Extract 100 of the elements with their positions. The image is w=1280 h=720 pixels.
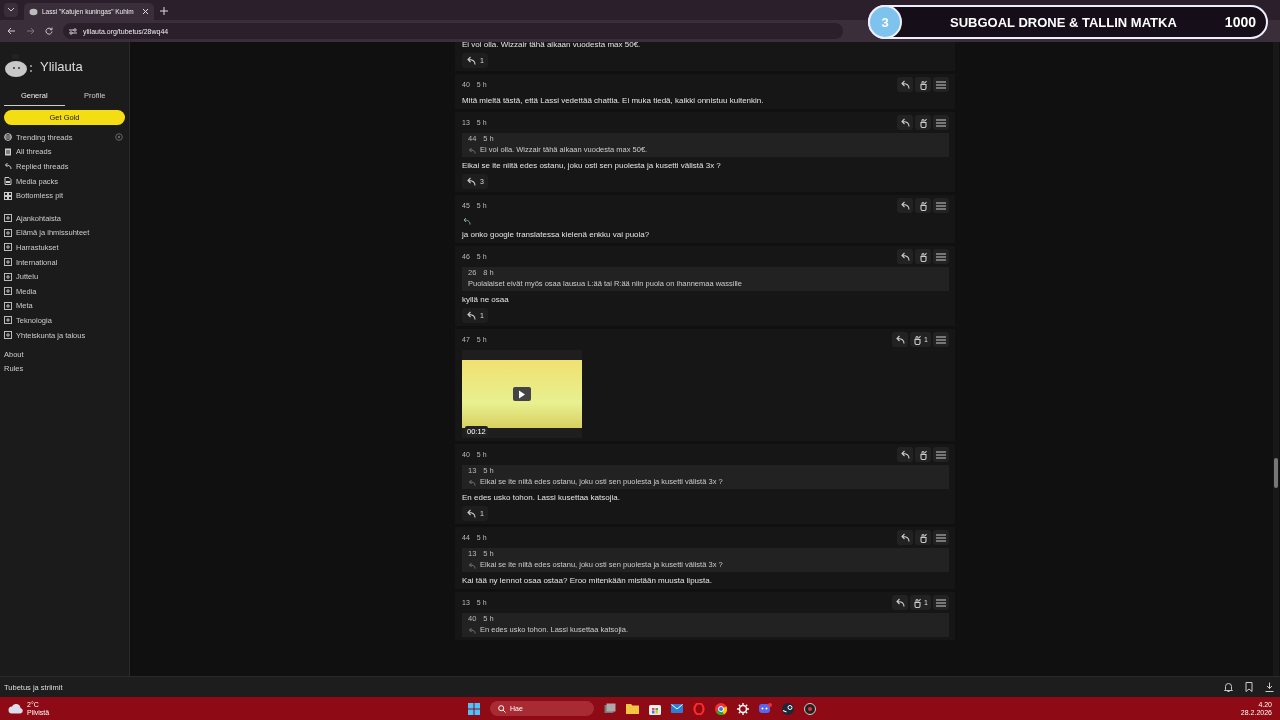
bell-icon[interactable] <box>1224 682 1233 692</box>
forward-icon[interactable] <box>26 27 35 35</box>
file-icon <box>4 177 12 186</box>
fist-icon <box>918 200 928 211</box>
play-icon <box>513 387 531 401</box>
expand-icon <box>4 214 12 223</box>
reply-button[interactable] <box>892 595 909 610</box>
step-badge: 3 <box>868 5 902 39</box>
menu-icon <box>936 450 946 459</box>
reply-button[interactable] <box>897 198 913 213</box>
reply-button[interactable] <box>897 249 913 264</box>
cloud-icon[interactable] <box>8 703 24 714</box>
expand-icon <box>4 258 12 267</box>
menu-icon <box>936 80 946 89</box>
menu-button[interactable] <box>933 198 949 213</box>
goal-title: SUBGOAL DRONE & TALLIN MATKA <box>949 14 1178 30</box>
post-text: Mitä mieltä tästä, että Lassi vedettää chattia. Ei muka tiedä, kaikki onnistuu kuitenkin. <box>462 95 764 106</box>
post-text: En edes usko tohon. Lassi kusettaa katsojia. <box>462 492 620 503</box>
menu-button[interactable] <box>933 595 949 610</box>
ring-app-icon[interactable] <box>693 702 705 715</box>
start-icon[interactable] <box>468 702 480 715</box>
reply-button[interactable] <box>892 332 909 347</box>
menu-button[interactable] <box>933 249 949 264</box>
scrollbar-thumb[interactable] <box>1274 458 1278 488</box>
reload-icon[interactable] <box>45 27 53 35</box>
menu-icon <box>936 252 946 261</box>
task-view-icon[interactable] <box>604 703 616 714</box>
reply-icon <box>900 450 910 459</box>
like-button[interactable] <box>915 77 931 92</box>
menu-icon <box>936 118 946 127</box>
reply-icon <box>900 252 910 261</box>
menu-icon <box>936 598 946 607</box>
menu-icon <box>936 533 946 542</box>
close-icon[interactable] <box>142 8 149 15</box>
reply-button[interactable] <box>897 115 913 130</box>
fist-icon <box>918 117 928 128</box>
reply-icon <box>900 118 910 127</box>
expand-icon <box>4 301 12 310</box>
reply-button[interactable] <box>897 530 913 545</box>
reply-icon <box>4 162 12 171</box>
fist-icon <box>918 532 928 543</box>
chat-app-icon[interactable] <box>759 702 772 715</box>
goal-amount: 1000 <box>1224 14 1256 30</box>
fist-icon <box>913 334 923 345</box>
plus-icon[interactable] <box>160 7 168 15</box>
post-text: Ei voi olla. Wizzair tähä aikaan vuodesta max 50€. <box>462 42 641 50</box>
post-text: Kai tää ny lennot osaa ostaa? Eroo mitenkään mistään muusta lipusta. <box>462 575 712 586</box>
reply-icon <box>466 509 476 518</box>
grid-icon <box>4 191 12 200</box>
like-button[interactable] <box>915 447 931 462</box>
menu-button[interactable] <box>933 530 949 545</box>
reply-icon <box>900 201 910 210</box>
menu-icon <box>936 201 946 210</box>
like-button[interactable] <box>915 249 931 264</box>
settings-icon[interactable] <box>115 133 123 142</box>
like-button[interactable] <box>915 115 931 130</box>
tab-list-icon[interactable] <box>4 3 18 17</box>
expand-icon <box>4 272 12 281</box>
site-name: Ylilauta <box>40 58 83 74</box>
menu-icon <box>936 335 946 344</box>
aperture-icon[interactable] <box>804 702 816 715</box>
browser-icon[interactable] <box>715 702 727 715</box>
back-icon[interactable] <box>7 27 16 35</box>
reply-icon <box>900 80 910 89</box>
mail-icon[interactable] <box>671 703 683 714</box>
reply-icon <box>900 533 910 542</box>
expand-icon <box>4 228 12 237</box>
potato-icon <box>29 7 38 16</box>
site-settings-icon[interactable] <box>69 27 77 35</box>
like-button[interactable] <box>915 198 931 213</box>
menu-button[interactable] <box>933 332 949 347</box>
globe-icon <box>4 133 12 142</box>
menu-button[interactable] <box>933 115 949 130</box>
post-text: kyllä ne osaa <box>462 294 509 305</box>
gear-icon[interactable] <box>737 702 749 715</box>
reply-icon[interactable] <box>462 217 471 225</box>
like-button[interactable] <box>915 530 931 545</box>
post-text: Eikai se ite niitä edes ostanu, joku osti sen puolesta ja kusetti välistä 3x ? <box>462 160 721 171</box>
expand-icon <box>4 287 12 296</box>
reply-icon <box>895 598 906 607</box>
fist-icon <box>918 449 928 460</box>
expand-icon <box>4 331 12 339</box>
steam-icon[interactable] <box>782 702 794 715</box>
document-icon <box>4 147 12 156</box>
reply-icon <box>466 177 476 186</box>
reply-button[interactable] <box>897 447 913 462</box>
menu-button[interactable] <box>933 447 949 462</box>
post-text: ja onko google translatessa kielenä enkku vai puola? <box>462 229 650 240</box>
potato-mascot-icon <box>4 54 34 78</box>
menu-button[interactable] <box>933 77 949 92</box>
fist-icon <box>918 251 928 262</box>
expand-icon <box>4 243 12 252</box>
reply-button[interactable] <box>897 77 913 92</box>
reply-icon <box>895 335 906 344</box>
fist-icon <box>913 597 923 608</box>
store-icon[interactable] <box>649 702 661 715</box>
bookmark-icon[interactable] <box>1245 682 1253 692</box>
expand-icon <box>4 316 12 325</box>
folder-icon[interactable] <box>626 703 639 714</box>
download-icon[interactable] <box>1265 682 1274 692</box>
